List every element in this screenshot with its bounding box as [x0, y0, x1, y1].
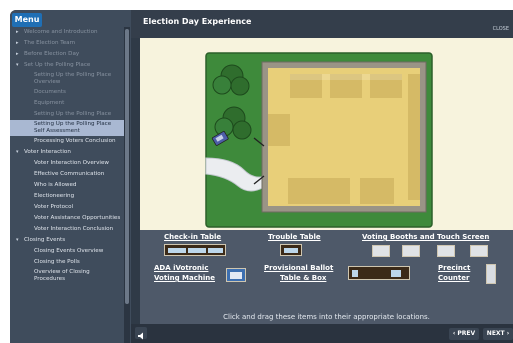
lesson-title: Election Day Experience [143, 17, 252, 26]
triangle-right-icon: ▸ [16, 40, 19, 46]
menu-item-label: Processing Voters Conclusion [34, 138, 116, 144]
ada-machine-label-line2: Voting Machine [154, 274, 215, 282]
triangle-down-icon: ▾ [16, 149, 19, 155]
menu-section[interactable]: ▾ Voter Interaction [10, 147, 124, 158]
audio-button[interactable] [135, 327, 147, 340]
menu-item-label: Set Up the Polling Place [24, 62, 91, 68]
menu-section[interactable]: ▸ Welcome and Introduction [10, 27, 124, 38]
dropzone-checkin[interactable] [288, 178, 350, 204]
precinct-counter-label-line2: Counter [438, 274, 470, 282]
menu-item[interactable]: Voter Protocol [10, 202, 124, 213]
menu-item-label: Setting Up the Polling Place [34, 111, 112, 117]
menu-item-label: Voter Assistance Opportunities [34, 215, 121, 221]
menu-item[interactable]: Closing Events Overview [10, 246, 124, 257]
provisional-ballot-label-line2: Table & Box [280, 274, 327, 282]
menu-item-label: The Election Team [24, 40, 76, 46]
ada-machine-label-line1: ADA iVotronic [154, 264, 209, 272]
menu-section[interactable]: ▾ Set Up the Polling Place [10, 60, 124, 71]
menu-item[interactable]: Documents [10, 87, 124, 98]
menu-scrollbar-thumb[interactable] [125, 29, 129, 304]
ada-machine-icon[interactable] [226, 268, 246, 282]
menu-item-label: Equipment [34, 100, 65, 106]
trouble-table-icon[interactable] [280, 244, 302, 256]
triangle-down-icon: ▾ [16, 62, 19, 68]
menu-item-label: Voter Protocol [34, 204, 74, 210]
menu-section[interactable]: ▸ The Election Team [10, 38, 124, 49]
dropzone-left[interactable] [268, 114, 290, 146]
menu-item-label: Voter Interaction [24, 149, 71, 155]
menu-item[interactable]: Processing Voters Conclusion [10, 136, 124, 147]
bottom-bar: ‹ PREV NEXT › [131, 324, 513, 343]
triangle-down-icon: ▾ [16, 237, 19, 243]
menu-item-label: Voter Interaction Overview [34, 160, 109, 166]
speaker-icon [138, 332, 143, 340]
menu-item-label: Before Election Day [24, 51, 80, 57]
triangle-right-icon: ▸ [16, 29, 19, 35]
menu-section[interactable]: ▾ Closing Events [10, 235, 124, 246]
checkin-table-label: Check-in Table [164, 233, 222, 241]
menu-item-label: Closing the Polls [34, 259, 80, 265]
menu-item-label: Voter Interaction Conclusion [34, 226, 114, 232]
menu-item-label: Documents [34, 89, 66, 95]
menu-item[interactable]: Effective Communication [10, 169, 124, 180]
menu-item[interactable]: Who is Allowed [10, 180, 124, 191]
touch-screen-icon[interactable] [470, 245, 488, 257]
menu-item[interactable]: Overview of Closing Procedures [10, 268, 124, 284]
trouble-table-label: Trouble Table [268, 233, 321, 241]
instruction-text: Click and drag these items into their ap… [223, 313, 430, 321]
dropzone-side-wall[interactable] [408, 74, 420, 200]
menu-item-label: Welcome and Introduction [24, 29, 98, 35]
prev-button[interactable]: ‹ PREV [449, 328, 479, 340]
menu-item[interactable]: Equipment [10, 98, 124, 109]
menu-tab[interactable]: Menu [12, 13, 42, 27]
menu-item[interactable]: Setting Up the Polling Place Self Assess… [10, 120, 124, 136]
menu-item[interactable]: Voter Interaction Overview [10, 158, 124, 169]
provisional-table-icon[interactable] [348, 266, 410, 280]
menu-item[interactable]: Voter Assistance Opportunities [10, 213, 124, 224]
voting-booth-icon[interactable] [402, 245, 420, 257]
voting-booths-label: Voting Booths and Touch Screen [362, 233, 490, 241]
provisional-ballot-label-line1: Provisional Ballot [264, 264, 334, 272]
precinct-counter-label-line1: Precinct [438, 264, 471, 272]
menu-item-label: Effective Communication [34, 171, 105, 177]
menu-item-label: Closing Events [24, 237, 66, 243]
menu-item[interactable]: Closing the Polls [10, 257, 124, 268]
menu-item-label: Closing Events Overview [34, 248, 104, 254]
menu-item[interactable]: Setting Up the Polling Place Overview [10, 71, 124, 87]
menu-list: ▸ Welcome and Introduction ▸ The Election T… [10, 27, 124, 343]
menu-item-label: Who is Allowed [34, 182, 77, 188]
item-palette: Check-in Table Trouble Table Voting Boot… [140, 230, 513, 325]
window-glare [290, 74, 402, 80]
activity-stage [140, 38, 513, 230]
dropzone-trouble[interactable] [360, 178, 394, 204]
menu-section[interactable]: ▸ Before Election Day [10, 49, 124, 60]
voting-booth-icon[interactable] [437, 245, 455, 257]
precinct-counter-icon[interactable] [486, 264, 496, 284]
header-bar: Election Day Experience CLOSE [131, 10, 513, 38]
menu-item-label: Setting Up the Polling Place Self Assess… [34, 121, 112, 134]
polling-place-map [205, 52, 433, 228]
course-window: Menu ▸ Welcome and Introduction ▸ The Elect… [10, 10, 513, 343]
menu-item-label: Setting Up the Polling Place Overview [34, 72, 112, 85]
menu-item[interactable]: Electioneering [10, 191, 124, 202]
checkin-table-icon[interactable] [164, 244, 226, 256]
menu-item[interactable]: Voter Interaction Conclusion [10, 224, 124, 235]
sidebar: Menu ▸ Welcome and Introduction ▸ The Elect… [10, 10, 131, 343]
menu-item-label: Overview of Closing Procedures [34, 269, 90, 282]
voting-booth-icon[interactable] [372, 245, 390, 257]
next-button[interactable]: NEXT › [483, 328, 513, 340]
close-button[interactable]: CLOSE [493, 26, 509, 32]
menu-item[interactable]: Setting Up the Polling Place [10, 109, 124, 120]
triangle-right-icon: ▸ [16, 51, 19, 57]
menu-item-label: Electioneering [34, 193, 75, 199]
